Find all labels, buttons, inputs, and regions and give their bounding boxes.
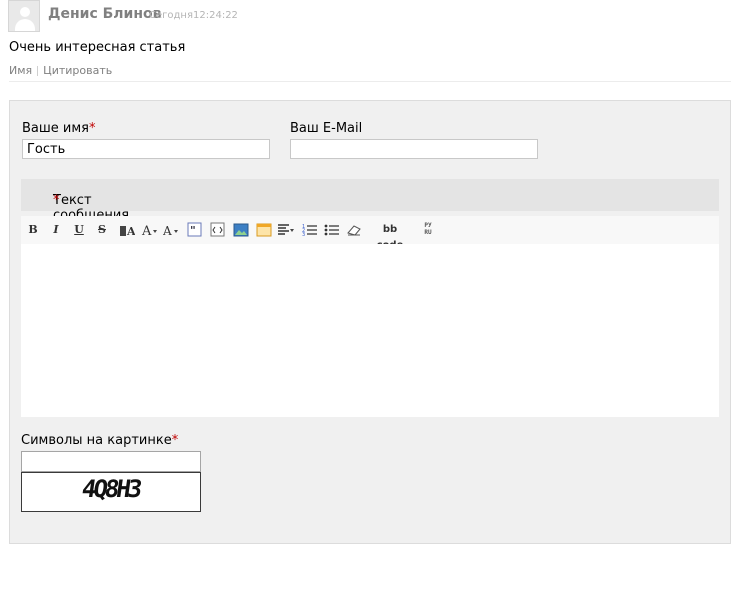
captcha-input[interactable]	[21, 451, 201, 472]
svg-text:": "	[190, 224, 196, 237]
message-label-bar: Текст сообщения*	[21, 179, 719, 223]
name-label: Ваше имя*	[22, 121, 96, 136]
italic-button[interactable]: I	[50, 222, 62, 238]
svg-text:3: 3	[302, 232, 305, 238]
editor-toolbar: B I U S A A A " 123 bb РУ RU	[21, 216, 719, 251]
svg-text:A: A	[126, 225, 135, 238]
captcha-label: Символы на картинке*	[21, 433, 179, 448]
comment-text: Очень интересная статья	[9, 40, 186, 55]
comment-time: 12:24:22	[193, 10, 238, 21]
avatar	[8, 0, 40, 32]
quote-icon[interactable]: "	[187, 222, 203, 238]
strike-button[interactable]: S	[96, 222, 108, 238]
name-link[interactable]: Имя	[9, 64, 32, 77]
captcha-text: 4Q8H3	[80, 475, 142, 503]
comment-actions: Имя Цитировать	[9, 64, 112, 77]
font-size-icon[interactable]: A	[141, 222, 159, 239]
translit-button[interactable]: РУ RU	[419, 222, 437, 238]
image-icon[interactable]	[233, 222, 249, 238]
numbered-list-icon[interactable]: 123	[302, 222, 318, 238]
email-input[interactable]	[290, 139, 538, 159]
spoiler-icon[interactable]	[256, 222, 272, 238]
svg-text:A: A	[163, 224, 172, 238]
captcha-image: 4Q8H3	[21, 472, 201, 512]
bbcode-button[interactable]: bb code	[370, 222, 410, 251]
quote-link[interactable]: Цитировать	[43, 64, 112, 77]
bullet-list-icon[interactable]	[324, 222, 340, 238]
comment-author[interactable]: Денис Блинов	[48, 6, 162, 22]
required-mark: *	[89, 121, 96, 136]
comment-form: Ваше имя* Ваш E-Mail Текст сообщения* B …	[9, 100, 731, 544]
text-color-icon[interactable]: A	[119, 222, 136, 238]
message-editor[interactable]	[21, 244, 719, 417]
actions-separator	[37, 66, 39, 76]
comment-date: Сегодня	[149, 10, 193, 21]
eraser-icon[interactable]	[346, 222, 362, 238]
code-icon[interactable]	[210, 222, 226, 238]
comment-divider	[9, 81, 731, 82]
font-face-icon[interactable]: A	[162, 222, 181, 238]
email-label: Ваш E-Mail	[290, 121, 363, 136]
align-icon[interactable]	[277, 222, 295, 238]
bold-button[interactable]: B	[27, 222, 39, 238]
svg-text:A: A	[141, 224, 152, 238]
name-input[interactable]	[22, 139, 270, 159]
underline-button[interactable]: U	[73, 222, 85, 238]
